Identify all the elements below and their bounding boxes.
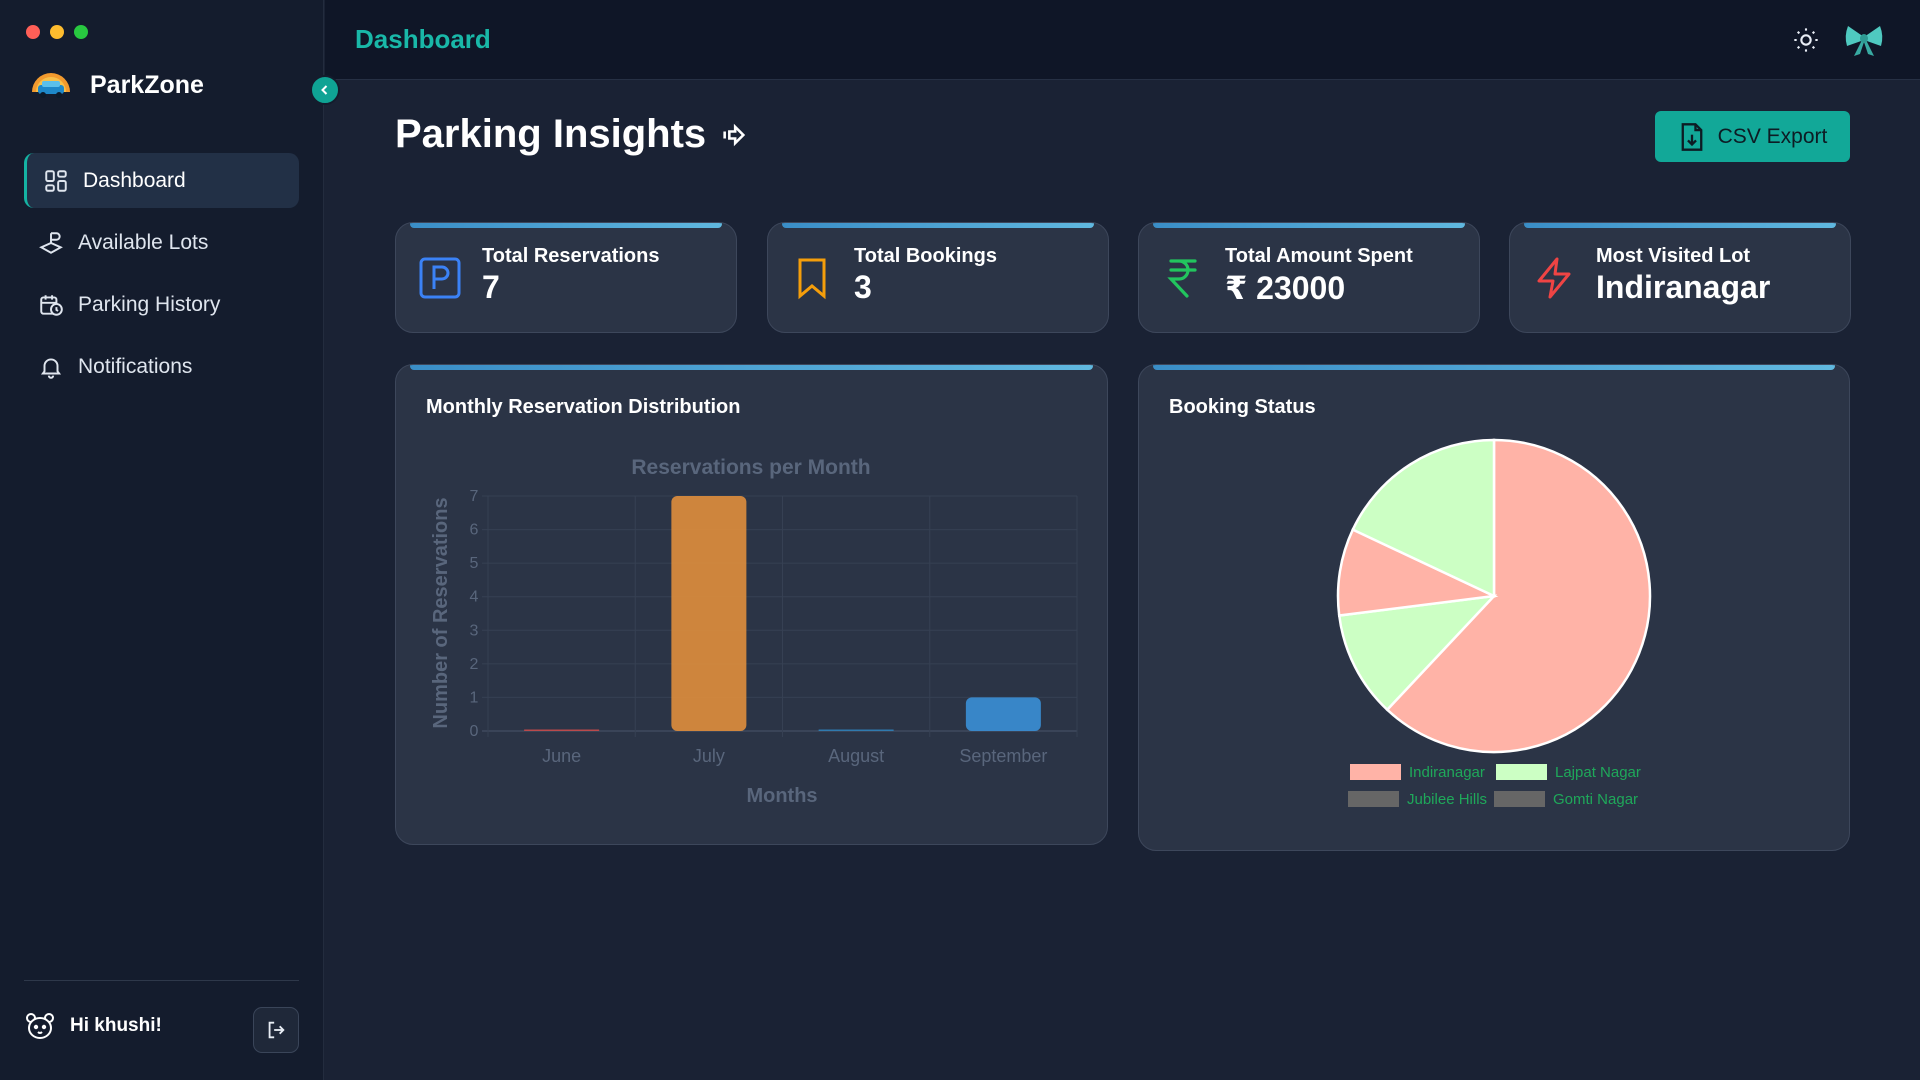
x-axis-label: Months	[746, 785, 817, 807]
stat-value: 3	[854, 269, 872, 305]
legend-swatch	[1496, 764, 1547, 780]
legend-swatch	[1494, 791, 1545, 807]
y-tick-label: 4	[470, 589, 479, 606]
legend-label: Indiranagar	[1409, 764, 1485, 781]
legend-item-lajpat-nagar[interactable]: Lajpat Nagar	[1496, 764, 1641, 781]
chart-title: Reservations per Month	[631, 456, 870, 479]
stat-label: Total Amount Spent	[1225, 245, 1413, 267]
y-axis-label: Number of Reservations	[430, 497, 452, 728]
sidebar-item-dashboard[interactable]: Dashboard	[24, 153, 299, 208]
close-window-button[interactable]	[26, 25, 40, 39]
stat-value: ₹ 23000	[1225, 270, 1346, 306]
bow-icon[interactable]	[1844, 22, 1884, 58]
calendar-clock-icon	[40, 294, 63, 316]
stat-label: Total Reservations	[482, 245, 660, 267]
rupee-icon	[1167, 259, 1197, 298]
sidebar-nav: Dashboard Available Lots Parking History…	[24, 153, 299, 401]
csv-export-label: CSV Export	[1717, 124, 1828, 148]
legend-item-jubilee-hills[interactable]: Jubilee Hills	[1348, 791, 1487, 808]
page-title: Parking Insights	[395, 112, 748, 157]
topbar-title: Dashboard	[355, 24, 491, 54]
x-tick-label: June	[542, 746, 581, 766]
brand-name: ParkZone	[90, 70, 204, 99]
y-tick-label: 3	[470, 622, 479, 639]
stat-card-total-reservations: Total Reservations 7	[395, 222, 737, 333]
logout-icon	[268, 1021, 285, 1039]
stat-value: 7	[482, 269, 500, 305]
collapse-sidebar-button[interactable]	[310, 75, 340, 105]
legend-item-indiranagar[interactable]: Indiranagar	[1350, 764, 1485, 781]
booking-status-panel: Booking Status Indiranagar Lajpat Nagar Ju…	[1138, 364, 1850, 851]
stat-card-total-amount-spent: Total Amount Spent ₹ 23000	[1138, 222, 1480, 333]
lightning-icon	[1537, 257, 1571, 299]
minimize-window-button[interactable]	[50, 25, 64, 39]
bear-avatar-icon	[26, 1013, 54, 1039]
dashboard-grid-icon	[45, 169, 67, 192]
csv-export-button[interactable]: CSV Export	[1655, 111, 1850, 162]
legend-label: Gomti Nagar	[1553, 791, 1638, 808]
sidebar-item-available-lots[interactable]: Available Lots	[24, 215, 299, 270]
monthly-reservation-panel: Monthly Reservation Distribution Reserva…	[395, 364, 1108, 845]
reservations-bar-chart: Reservations per Month Number of Reserva…	[430, 456, 1078, 807]
legend-label: Jubilee Hills	[1407, 791, 1487, 808]
sidebar-divider	[24, 980, 299, 981]
y-tick-label: 6	[470, 522, 479, 539]
y-tick-label: 5	[470, 555, 479, 572]
y-tick-label: 7	[470, 488, 479, 505]
chevron-left-icon	[321, 85, 328, 95]
stat-card-most-visited-lot: Most Visited Lot Indiranagar	[1509, 222, 1851, 333]
y-tick-label: 1	[470, 689, 479, 706]
sidebar-item-label: Notifications	[78, 354, 193, 378]
user-greeting: Hi khushi!	[70, 1015, 162, 1036]
stat-value: Indiranagar	[1596, 269, 1771, 305]
sidebar-item-notifications[interactable]: Notifications	[24, 339, 299, 394]
parkzone-logo-icon	[32, 73, 70, 98]
maximize-window-button[interactable]	[74, 25, 88, 39]
bar-september[interactable]	[965, 697, 1041, 731]
parking-lot-icon	[39, 231, 63, 254]
bell-icon	[40, 357, 62, 379]
sidebar-item-label: Dashboard	[83, 168, 186, 192]
sidebar-item-label: Parking History	[78, 292, 221, 316]
legend-swatch	[1350, 764, 1401, 780]
stat-card-total-bookings: Total Bookings 3	[767, 222, 1109, 333]
y-tick-label: 2	[470, 656, 479, 673]
parking-icon	[419, 257, 461, 299]
arrow-right-icon	[723, 123, 746, 146]
bookmark-icon	[798, 258, 826, 300]
brand[interactable]: ParkZone	[30, 68, 204, 102]
user-profile: Hi khushi!	[24, 1010, 162, 1042]
x-tick-label: September	[959, 746, 1047, 766]
sun-icon[interactable]	[1792, 26, 1820, 54]
sidebar: ParkZone Dashboard Available Lots Parkin…	[0, 0, 324, 1080]
stat-label: Total Bookings	[854, 245, 997, 267]
legend-swatch	[1348, 791, 1399, 807]
topbar: Dashboard	[325, 0, 1920, 80]
sidebar-item-label: Available Lots	[78, 230, 209, 254]
booking-status-pie-chart: Indiranagar Lajpat Nagar Jubilee Hills Gomt…	[1336, 438, 1652, 808]
x-tick-label: August	[828, 746, 884, 766]
file-download-icon	[1681, 122, 1703, 151]
bar-august[interactable]	[818, 729, 894, 732]
bar-july[interactable]	[671, 496, 747, 731]
legend-label: Lajpat Nagar	[1555, 764, 1641, 781]
window-controls	[26, 25, 88, 39]
logout-button[interactable]	[253, 1007, 299, 1053]
stat-label: Most Visited Lot	[1596, 245, 1751, 267]
sidebar-item-parking-history[interactable]: Parking History	[24, 277, 299, 332]
page-title-text: Parking Insights	[395, 112, 707, 156]
bar-june[interactable]	[524, 729, 600, 732]
x-tick-label: July	[693, 746, 725, 766]
y-tick-label: 0	[470, 723, 479, 740]
legend-item-gomti-nagar[interactable]: Gomti Nagar	[1494, 791, 1638, 808]
